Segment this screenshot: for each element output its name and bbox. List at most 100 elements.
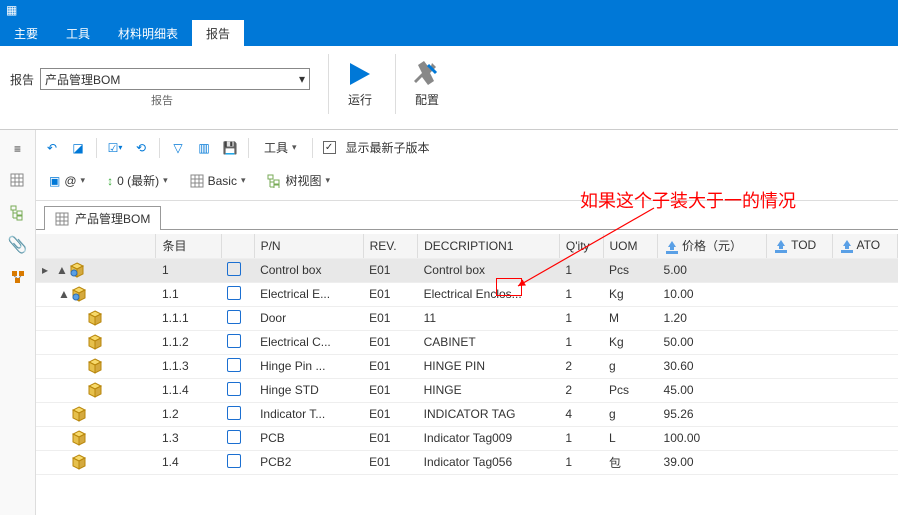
checkbox-mark[interactable] [227,430,241,444]
rail-item-attach[interactable]: 📎 [9,236,27,254]
cell-uom: Pcs [603,258,658,282]
cell-item: 1.1.2 [156,330,221,354]
col-item[interactable]: 条目 [156,234,221,258]
chevron-down-icon: ▾ [292,142,297,153]
cell-item: 1.1.3 [156,354,221,378]
cell-uom: L [603,426,658,450]
menu-bom[interactable]: 材料明细表 [104,20,192,46]
table-row[interactable]: 1.1.2 Electrical C... E01 CABINET 1 Kg 5… [36,330,898,354]
show-latest-checkbox[interactable]: ✓ [323,141,336,154]
menu-report[interactable]: 报告 [192,20,244,46]
cell-pn: Hinge Pin ... [254,354,363,378]
menu-main[interactable]: 主要 [0,20,52,46]
annotation-text: 如果这个子装大于一的情况 [580,187,796,213]
col-pn[interactable]: P/N [254,234,363,258]
assembly-icon [72,286,88,302]
revision-dropdown[interactable]: ↕ 0 (最新) ▾ [102,169,173,192]
menubar: 主要 工具 材料明细表 报告 [0,20,898,46]
left-rail: ≡ 📎 [0,130,36,515]
checkbox-mark[interactable] [227,454,241,468]
col-qty[interactable]: Q'ity [559,234,603,258]
table-row[interactable]: 1.4 PCB2 E01 Indicator Tag056 1 包 39.00 [36,450,898,474]
at-dropdown[interactable]: ▣ @ ▾ [44,171,90,191]
cell-desc: 11 [418,306,560,330]
window-icon: ▦ [6,3,17,17]
cell-pn: PCB2 [254,450,363,474]
download-icon [773,238,789,254]
part-icon [88,358,104,374]
cell-desc: INDICATOR TAG [418,402,560,426]
cell-rev: E01 [363,258,418,282]
checkbox-mark[interactable] [227,406,241,420]
undo-icon[interactable]: ↶ [44,140,60,156]
basic-label: Basic [208,174,237,188]
cell-rev: E01 [363,402,418,426]
part-icon [88,334,104,350]
rail-item-3[interactable] [9,204,27,222]
tools-dd-label: 工具 [264,139,288,156]
revision-label: 0 (最新) [117,172,159,189]
report-select[interactable]: 产品管理BOM ▾ [40,68,310,90]
cell-desc: HINGE [418,378,560,402]
cell-price: 10.00 [658,282,767,306]
part-icon [88,310,104,326]
table-row[interactable]: 1.3 PCB E01 Indicator Tag009 1 L 100.00 [36,426,898,450]
report-label: 报告 [10,71,34,88]
bom-grid: 条目 P/N REV. DECCRIPTION1 Q'ity UOM 价格（元）… [36,234,898,475]
checkbox-mark[interactable] [227,358,241,372]
col-price[interactable]: 价格（元） [658,234,767,258]
table-row[interactable]: 1.1.4 Hinge STD E01 HINGE 2 Pcs 45.00 [36,378,898,402]
col-tod[interactable]: TOD [767,234,832,258]
table-row[interactable]: ▸ ▲ 1 Control box E01 Control box 1 Pcs … [36,258,898,282]
cell-qty: 1 [559,450,603,474]
revert-icon[interactable]: ⟲ [133,140,149,156]
cell-qty: 1 [559,306,603,330]
select-all-icon[interactable]: ☑▾ [107,140,123,156]
expander-icon[interactable]: ▲ [56,263,66,277]
cell-pn: Control box [254,258,363,282]
checkbox-mark[interactable] [227,262,241,276]
toolbar-primary: ↶ ◪ ☑▾ ⟲ ▽ ▥ 💾 工具 ▾ ✓ 显示最新子版本 [36,130,898,165]
cell-rev: E01 [363,354,418,378]
part-icon [88,382,104,398]
cell-item: 1.1.1 [156,306,221,330]
bookmark-icon[interactable]: ◪ [70,140,86,156]
rail-item-5[interactable] [9,268,27,286]
cell-pn: Indicator T... [254,402,363,426]
checkbox-mark[interactable] [227,382,241,396]
columns-icon[interactable]: ▥ [196,140,212,156]
col-uom[interactable]: UOM [603,234,658,258]
table-row[interactable]: 1.2 Indicator T... E01 INDICATOR TAG 4 g… [36,402,898,426]
rail-item-1[interactable]: ≡ [9,140,27,158]
config-label: 配置 [415,91,439,108]
download-icon [839,238,855,254]
filter-icon[interactable]: ▽ [170,140,186,156]
run-button[interactable]: 运行 [339,54,381,114]
checkbox-mark[interactable] [227,310,241,324]
cell-uom: Pcs [603,378,658,402]
save-icon[interactable]: 💾 [222,140,238,156]
cell-price: 50.00 [658,330,767,354]
basic-dropdown[interactable]: Basic ▾ [185,171,251,191]
table-row[interactable]: ▲ 1.1 Electrical E... E01 Electrical Enc… [36,282,898,306]
col-desc[interactable]: DECCRIPTION1 [418,234,560,258]
cell-item: 1.1.4 [156,378,221,402]
treeview-dropdown[interactable]: 树视图 ▾ [262,169,335,192]
tools-dropdown[interactable]: 工具 ▾ [259,136,302,159]
col-ato[interactable]: ATO [832,234,898,258]
table-row[interactable]: 1.1.1 Door E01 11 1 M 1.20 [36,306,898,330]
cell-qty: 1 [559,426,603,450]
menu-tools[interactable]: 工具 [52,20,104,46]
chevron-down-icon: ▾ [299,72,305,86]
part-icon [72,430,88,446]
checkbox-mark[interactable] [227,286,241,300]
col-rev[interactable]: REV. [363,234,418,258]
cell-price: 45.00 [658,378,767,402]
document-tab[interactable]: 产品管理BOM [44,206,161,230]
expander-icon[interactable]: ▲ [58,287,68,301]
config-button[interactable]: 配置 [406,54,448,114]
cell-item: 1.1 [156,282,221,306]
checkbox-mark[interactable] [227,334,241,348]
table-row[interactable]: 1.1.3 Hinge Pin ... E01 HINGE PIN 2 g 30… [36,354,898,378]
rail-item-2[interactable] [9,172,27,190]
